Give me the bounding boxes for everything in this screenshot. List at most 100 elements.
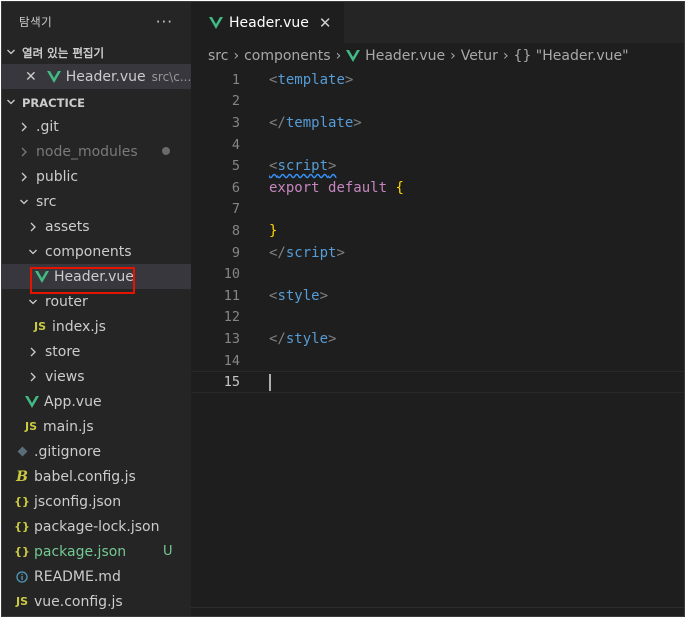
tree-item-label: assets <box>45 218 90 235</box>
tree-item-store[interactable]: store <box>2 339 191 364</box>
tree-item-main-js[interactable]: JS main.js <box>2 414 191 439</box>
ignored-dot-icon <box>162 147 170 155</box>
tree-item-label: node_modules <box>36 143 138 160</box>
breadcrumb-item[interactable]: Vetur <box>461 48 498 64</box>
tree-item-package-lock[interactable]: {} package-lock.json <box>2 514 191 539</box>
babel-icon: B <box>16 468 28 485</box>
code-text: <template> <box>269 71 354 88</box>
tree-item-components[interactable]: components <box>2 239 191 264</box>
tree-item-index-js[interactable]: JS index.js <box>2 314 191 339</box>
explorer-title: 탐색기 <box>19 15 53 29</box>
more-actions-icon[interactable]: ··· <box>156 13 173 31</box>
code-text: </template> <box>269 114 362 131</box>
line-number: 6 <box>231 179 240 196</box>
code-line: 12 <box>191 307 684 329</box>
chevron-right-icon: › <box>233 48 240 64</box>
tree-item-package-json[interactable]: {} package.json U <box>2 539 191 564</box>
code-line: 1 <template> <box>191 69 684 91</box>
breadcrumb-item[interactable]: components <box>244 48 331 64</box>
breadcrumb-item[interactable]: Header.vue <box>365 48 445 64</box>
project-label: PRACTICE <box>22 96 86 110</box>
tree-item-label: components <box>45 243 132 260</box>
code-text: </script> <box>269 244 345 261</box>
tree-item-babel-config[interactable]: B babel.config.js <box>2 464 191 489</box>
tree-item-label: jsconfig.json <box>34 493 122 510</box>
line-number: 4 <box>231 136 240 153</box>
line-number: 8 <box>231 222 240 239</box>
tree-item-header-vue[interactable]: Header.vue <box>2 264 191 289</box>
breadcrumb-item[interactable]: {} "Header.vue" <box>514 48 629 64</box>
code-line: 5 <script> <box>191 155 684 177</box>
info-icon <box>14 570 30 583</box>
line-number: 13 <box>223 330 240 347</box>
editor-area: Header.vue ✕ src › components › Header.v… <box>191 2 684 616</box>
vue-icon <box>209 16 223 29</box>
code-line: 8 } <box>191 220 684 242</box>
chevron-right-icon <box>27 372 39 382</box>
tree-item-src[interactable]: src <box>2 189 191 214</box>
project-section[interactable]: PRACTICE <box>2 92 191 114</box>
breadcrumb-item[interactable]: src <box>208 48 228 64</box>
explorer-sidebar: 탐색기 ··· 열려 있는 편집기 ✕ Header.vue src\c... … <box>2 2 191 616</box>
tree-item-assets[interactable]: assets <box>2 214 191 239</box>
code-text <box>240 373 271 391</box>
json-icon: {} <box>14 520 30 533</box>
tree-item-public[interactable]: public <box>2 164 191 189</box>
breadcrumb: src › components › Header.vue › Vetur › … <box>191 43 684 69</box>
tree-item-readme[interactable]: README.md <box>2 564 191 589</box>
chevron-down-icon <box>27 247 39 257</box>
open-editor-path: src\c... <box>151 69 192 84</box>
tree-item-views[interactable]: views <box>2 364 191 389</box>
tree-item-label: package.json <box>34 543 127 560</box>
tab-label: Header.vue <box>229 14 309 31</box>
code-text: </style> <box>269 330 337 347</box>
chevron-down-icon <box>4 97 18 110</box>
open-editors-section[interactable]: 열려 있는 편집기 <box>2 42 191 64</box>
tree-item-label: .git <box>36 118 59 135</box>
tree-item-gitignore[interactable]: .gitignore <box>2 439 191 464</box>
tree-item-label: README.md <box>34 568 121 585</box>
chevron-right-icon: › <box>450 48 456 64</box>
untracked-badge: U <box>163 544 173 559</box>
tree-item-node-modules[interactable]: node_modules <box>2 139 191 164</box>
json-icon: {} <box>14 545 30 558</box>
tree-item-label: store <box>45 343 81 360</box>
tab-header-vue[interactable]: Header.vue ✕ <box>191 2 344 43</box>
close-tab-icon[interactable]: ✕ <box>319 14 332 32</box>
tree-item-label: .gitignore <box>34 443 101 460</box>
tree-item-label: vue.config.js <box>34 593 123 610</box>
close-icon[interactable]: ✕ <box>25 69 37 85</box>
javascript-icon: JS <box>15 595 28 608</box>
tab-bar: Header.vue ✕ <box>191 2 684 43</box>
tree-item-git[interactable]: .git <box>2 114 191 139</box>
line-number: 2 <box>231 93 240 110</box>
chevron-right-icon <box>18 147 30 157</box>
javascript-icon: JS <box>24 420 37 433</box>
tree-item-router[interactable]: router <box>2 289 191 314</box>
line-number: 12 <box>223 309 240 326</box>
chevron-right-icon <box>27 347 39 357</box>
tree-item-jsconfig[interactable]: {} jsconfig.json <box>2 489 191 514</box>
chevron-right-icon <box>27 222 39 232</box>
code-editor[interactable]: 1 <template> 2 3 </template> 4 5 <script… <box>191 69 684 393</box>
open-editors-label: 열려 있는 편집기 <box>22 46 105 60</box>
line-number: 3 <box>231 114 240 131</box>
explorer-header: 탐색기 ··· <box>2 2 191 42</box>
line-number: 10 <box>223 266 240 283</box>
chevron-right-icon: › <box>335 48 342 64</box>
tree-item-label: router <box>45 293 88 310</box>
code-text: <script> <box>269 158 337 175</box>
text-cursor <box>269 373 271 391</box>
code-line: 3 </template> <box>191 112 684 134</box>
tree-item-label: views <box>45 368 85 385</box>
tree-item-label: index.js <box>52 318 106 335</box>
code-line: 9 </script> <box>191 242 684 264</box>
code-text: export default { <box>269 179 404 196</box>
tree-item-app-vue[interactable]: App.vue <box>2 389 191 414</box>
code-text: <style> <box>269 287 329 304</box>
code-text: } <box>269 222 278 239</box>
tree-item-vue-config[interactable]: JS vue.config.js <box>2 589 191 614</box>
javascript-icon: JS <box>33 320 46 333</box>
open-editor-item[interactable]: ✕ Header.vue src\c... <box>2 64 191 89</box>
code-line: 13 </style> <box>191 328 684 350</box>
